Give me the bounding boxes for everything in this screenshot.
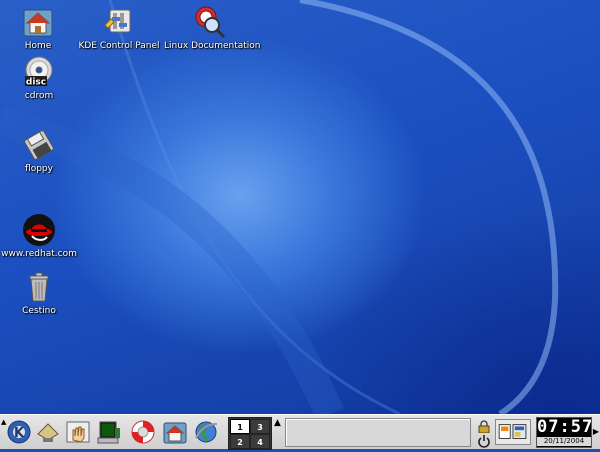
- tray-applets: [498, 424, 527, 439]
- desktop-icon-label: KDE Control Panel: [78, 41, 160, 51]
- lock-screen-button[interactable]: [476, 418, 492, 434]
- system-tray: [495, 419, 531, 445]
- desktop-icon-home[interactable]: Home: [0, 5, 83, 52]
- pager-desktop-2[interactable]: 2: [230, 434, 250, 449]
- home-folder-icon: [23, 9, 53, 37]
- desktop[interactable]: Home KDE Control Panel Linux Documentati…: [0, 0, 600, 414]
- documentation-icon: [195, 6, 226, 39]
- kde-panel: ▲ K 1 3 2 4 ▲ 07:57 20/11/2004 ▶: [0, 414, 600, 450]
- redhat-logo-icon: [23, 214, 55, 246]
- cdrom-disc-icon: disc: [25, 56, 53, 88]
- desktop-icon-cdrom[interactable]: disc cdrom: [0, 55, 84, 102]
- web-browser-button[interactable]: [192, 418, 220, 446]
- hand-help-icon: [66, 421, 90, 443]
- control-panel-icon: [104, 9, 131, 33]
- desktop-icon-label: Cestino: [22, 306, 56, 316]
- desktop-icon-label: floppy: [25, 164, 53, 174]
- desktop-icon-redhat[interactable]: www.redhat.com: [0, 213, 84, 260]
- wallpaper-wave: [0, 0, 559, 414]
- home-launcher-button[interactable]: [161, 418, 189, 446]
- show-desktop-icon: [37, 423, 59, 442]
- svg-text:disc: disc: [26, 78, 46, 88]
- clock-date: 20/11/2004: [537, 437, 591, 446]
- lifebuoy-help-button[interactable]: [129, 418, 157, 446]
- clock-time: 07:57: [537, 417, 594, 437]
- desktop-icon-linux-documentation[interactable]: Linux Documentation: [164, 5, 261, 52]
- desktop-icon-label: Linux Documentation: [164, 41, 261, 51]
- desktop-icon-kde-control-panel[interactable]: KDE Control Panel: [74, 5, 164, 52]
- desktop-icon-label: cdrom: [24, 91, 54, 101]
- home-launcher-icon: [163, 422, 187, 444]
- taskbar[interactable]: [285, 418, 471, 447]
- pager-desktop-1[interactable]: 1: [230, 419, 250, 434]
- web-browser-icon: [195, 421, 218, 443]
- floppy-icon: [24, 130, 54, 160]
- pager-desktop-3[interactable]: 3: [250, 419, 270, 434]
- k-menu-button[interactable]: K: [5, 418, 33, 446]
- kde-k-menu-icon: K: [7, 420, 31, 444]
- pager-desktop-4[interactable]: 4: [250, 434, 270, 449]
- desktop-icon-floppy[interactable]: floppy: [0, 128, 84, 175]
- trash-icon: [29, 272, 49, 302]
- show-desktop-button[interactable]: [34, 418, 62, 446]
- terminal-button[interactable]: [95, 418, 123, 446]
- desktop-icon-label: Home: [24, 41, 52, 51]
- lock-icon: [478, 420, 490, 434]
- lifebuoy-help-icon: [131, 420, 155, 444]
- logout-button[interactable]: [476, 433, 492, 448]
- svg-text:K: K: [14, 426, 25, 441]
- power-icon: [478, 435, 490, 448]
- terminal-icon: [97, 421, 120, 444]
- panel-clock[interactable]: 07:57 20/11/2004: [536, 417, 592, 448]
- panel-hide-right-arrow-icon[interactable]: ▶: [593, 427, 599, 436]
- taskbar-scroll-up-icon[interactable]: ▲: [274, 418, 284, 430]
- desktop-pager: 1 3 2 4: [228, 417, 272, 450]
- desktop-icon-label: www.redhat.com: [1, 249, 77, 259]
- help-hand-button[interactable]: [64, 418, 92, 446]
- desktop-icon-trash[interactable]: Cestino: [0, 270, 84, 317]
